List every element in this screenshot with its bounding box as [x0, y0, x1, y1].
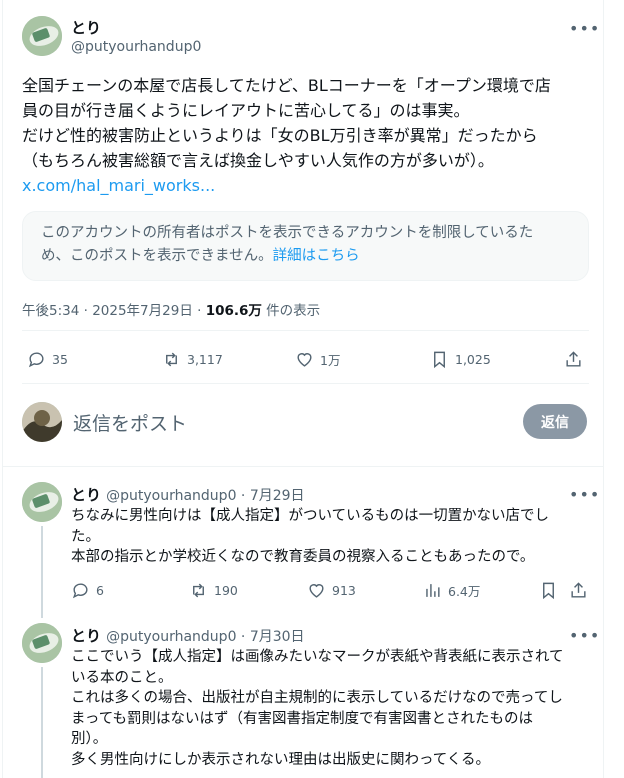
view-count: 106.6万	[205, 303, 262, 319]
view-count-suffix: 件の表示	[261, 303, 321, 319]
post-date[interactable]: · 7月30日	[236, 629, 305, 645]
divider	[22, 383, 589, 384]
like-action[interactable]: 913	[307, 581, 356, 600]
reply-icon	[72, 583, 88, 599]
post-text-line: 員の目が行き届くようにレイアウトに苦心してる」のは事実。	[22, 101, 470, 120]
restricted-quote-notice: このアカウントの所有者はポストを表示できるアカウントを制限しているた め、このポ…	[22, 211, 589, 281]
repost-count: 3,117	[187, 352, 223, 367]
timeline-column: とり @putyourhandup0 ••• 全国チェーンの本屋で店長してたけど…	[2, 0, 604, 778]
reply-text-line: 別）。	[71, 731, 108, 747]
post-text-line: だけど性的被害防止というよりは「女のBL万引き率が異常」だったから	[22, 126, 538, 145]
more-options-icon[interactable]: •••	[569, 626, 600, 645]
share-action[interactable]	[564, 350, 583, 369]
divider	[22, 330, 589, 331]
like-action[interactable]: 1万	[295, 350, 340, 369]
share-action[interactable]	[569, 581, 588, 600]
avatar[interactable]	[22, 16, 62, 56]
repost-icon	[193, 583, 204, 598]
reply-count: 35	[52, 352, 68, 367]
reply-input[interactable]: 返信をポスト	[73, 409, 187, 436]
post-timestamp[interactable]: 午後5:34 · 2025年7月29日 ·	[22, 303, 206, 319]
reply-header: とり @putyourhandup0 · 7月30日	[71, 625, 305, 646]
post-meta: 午後5:34 · 2025年7月29日 · 106.6万 件の表示	[22, 299, 320, 319]
views-action[interactable]: 6.4万	[423, 581, 480, 600]
bookmark-action[interactable]: 1,025	[430, 350, 491, 369]
display-name[interactable]: とり	[71, 486, 101, 504]
reply-text-line: 本部の指示とか学校近くなので教育委員の視察入ることもあったので。	[71, 549, 535, 565]
reply-action[interactable]: 35	[27, 350, 68, 369]
avatar[interactable]	[22, 623, 62, 663]
reply-text-line: た。	[71, 528, 100, 545]
post-text-line: （もちろん被害総額で言えば換金しやすい人気作の方が多いが）。	[22, 151, 494, 170]
heart-icon	[309, 584, 324, 598]
reply-text-line: ちなみに男性向けは【成人指定】がついているものは一切置かない店でし	[71, 508, 550, 524]
share-icon	[566, 351, 581, 367]
reply-text-line: いる本のこと。	[71, 669, 173, 686]
post-date[interactable]: · 7月29日	[236, 488, 305, 504]
share-icon	[571, 582, 586, 598]
display-name[interactable]: とり	[71, 627, 101, 645]
user-handle[interactable]: @putyourhandup0	[71, 39, 201, 55]
reply-header: とり @putyourhandup0 · 7月29日	[71, 484, 305, 505]
reply-text-line: ここでいう【成人指定】は画像みたいなマークが表紙や背表紙に表示されて	[71, 649, 564, 665]
reply-text-line: 多く男性向けにしか表示されない理由は出版史に関わってくる。	[71, 751, 491, 768]
reply-text: ちなみに男性向けは【成人指定】がついているものは一切置かない店でし た。 本部の…	[71, 506, 591, 568]
avatar[interactable]	[22, 482, 62, 522]
post-text-line: 全国チェーンの本屋で店長してたけど、BLコーナーを「オープン環境で店	[22, 76, 551, 95]
bookmark-icon	[434, 351, 445, 369]
reply-icon	[28, 352, 44, 368]
user-handle[interactable]: @putyourhandup0	[106, 488, 236, 504]
bookmark-count: 1,025	[455, 352, 491, 367]
like-count: 913	[332, 583, 356, 598]
bookmark-icon	[543, 582, 554, 600]
thread-connector	[41, 526, 43, 618]
like-count: 1万	[320, 353, 341, 368]
repost-action[interactable]: 190	[189, 581, 238, 600]
analytics-icon	[426, 584, 440, 597]
post-link[interactable]: x.com/hal_mari_works...	[22, 173, 597, 198]
reply-text-line: まっても罰則はないはず（有害図書指定制度で有害図書とされたものは	[71, 710, 533, 727]
reply-text-line: これは多くの場合、出版社が自主規制的に表示しているだけなので売ってし	[71, 690, 563, 706]
display-name[interactable]: とり	[71, 17, 101, 38]
heart-icon	[297, 353, 312, 367]
user-handle[interactable]: @putyourhandup0	[106, 629, 236, 645]
more-options-icon[interactable]: •••	[569, 485, 600, 504]
current-user-avatar[interactable]	[22, 402, 62, 442]
notice-text-line: め、このポストを表示できません。	[41, 248, 273, 264]
reply-button[interactable]: 返信	[523, 404, 587, 439]
reply-action[interactable]: 6	[71, 581, 104, 600]
thread-connector	[41, 667, 43, 778]
bookmark-action[interactable]	[539, 581, 558, 600]
view-count: 6.4万	[448, 584, 481, 599]
reply-text: ここでいう【成人指定】は画像みたいなマークが表紙や背表紙に表示されて いる本のこ…	[71, 647, 591, 770]
more-options-icon[interactable]: •••	[569, 19, 600, 38]
post-text: 全国チェーンの本屋で店長してたけど、BLコーナーを「オープン環境で店 員の目が行…	[22, 73, 597, 198]
repost-icon	[166, 352, 177, 367]
notice-text-line: このアカウントの所有者はポストを表示できるアカウントを制限しているた	[41, 225, 534, 241]
reply-count: 6	[96, 583, 104, 598]
repost-action[interactable]: 3,117	[162, 350, 223, 369]
notice-details-link[interactable]: 詳細はこちら	[273, 248, 360, 264]
repost-count: 190	[214, 583, 238, 598]
section-divider	[3, 466, 603, 467]
